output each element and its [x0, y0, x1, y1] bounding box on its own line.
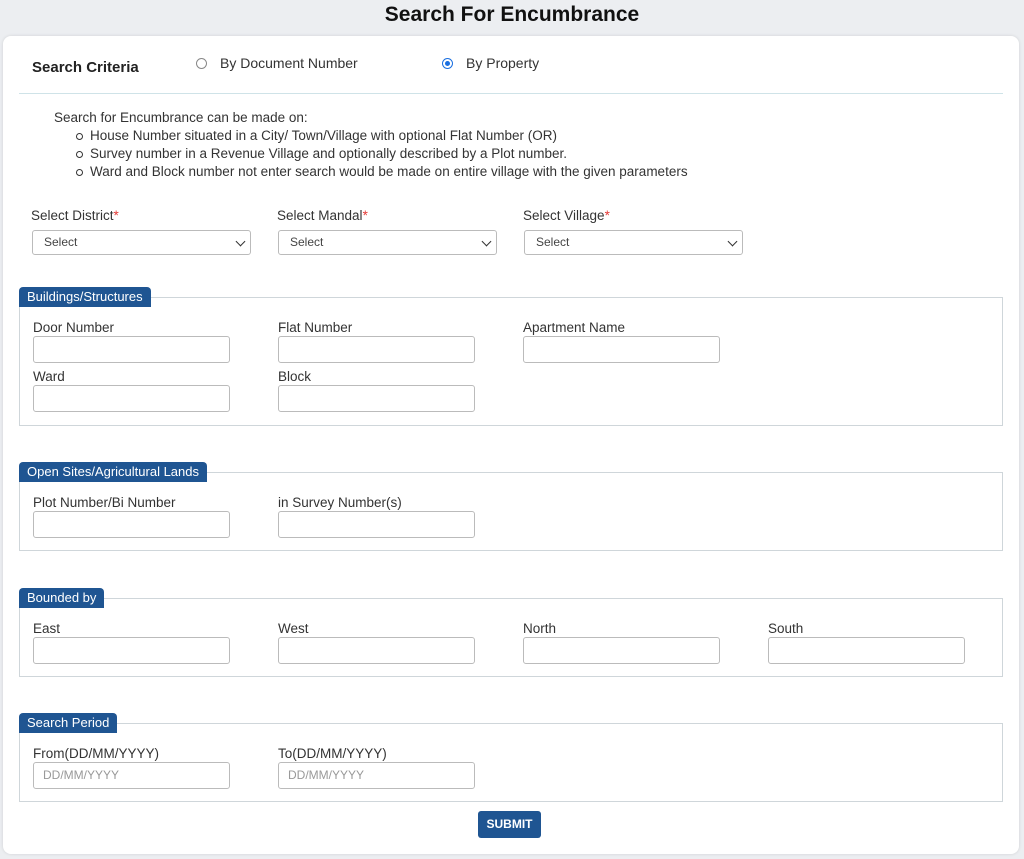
buildings-structures-section: Buildings/Structures Door Number Flat Nu…	[19, 287, 1003, 426]
page-title: Search For Encumbrance	[384, 3, 640, 26]
section-legend: Search Period	[19, 713, 118, 733]
west-label: West	[278, 621, 309, 636]
flat-number-input[interactable]	[278, 336, 475, 363]
ward-input[interactable]	[33, 385, 230, 412]
radio-label: By Property	[466, 55, 540, 71]
mandal-label: Select Mandal*	[277, 208, 368, 223]
flat-number-label: Flat Number	[278, 320, 353, 335]
survey-number-input[interactable]	[278, 511, 475, 538]
to-date-input[interactable]: DD/MM/YYYY	[278, 762, 475, 789]
radio-label: By Document Number	[220, 55, 358, 71]
search-period-section: Search Period From(DD/MM/YYYY) DD/MM/YYY…	[19, 713, 1003, 802]
north-label: North	[523, 621, 557, 636]
survey-number-label: in Survey Number(s)	[278, 495, 402, 510]
info-item: Survey number in a Revenue Village and o…	[76, 145, 688, 163]
block-label: Block	[278, 369, 312, 384]
from-date-label: From(DD/MM/YYYY)	[33, 746, 159, 761]
apartment-name-label: Apartment Name	[523, 320, 626, 335]
submit-button[interactable]: SUBMIT	[478, 811, 541, 838]
section-legend: Open Sites/Agricultural Lands	[19, 462, 207, 482]
east-input[interactable]	[33, 637, 230, 664]
village-label: Select Village*	[523, 208, 610, 223]
door-number-label: Door Number	[33, 320, 115, 335]
chevron-down-icon	[727, 236, 738, 247]
radio-unchecked-icon[interactable]	[196, 57, 207, 69]
district-select[interactable]: Select	[32, 230, 251, 255]
bounded-by-section: Bounded by East West North South	[19, 588, 1003, 677]
district-label: Select District*	[31, 208, 119, 223]
open-sites-section: Open Sites/Agricultural Lands Plot Numbe…	[19, 462, 1003, 551]
required-mark: *	[113, 208, 119, 223]
info-item: House Number situated in a City/ Town/Vi…	[76, 127, 688, 145]
east-label: East	[33, 621, 61, 636]
apartment-name-input[interactable]	[523, 336, 720, 363]
south-input[interactable]	[768, 637, 965, 664]
from-date-input[interactable]: DD/MM/YYYY	[33, 762, 230, 789]
section-legend: Buildings/Structures	[19, 287, 151, 307]
to-date-label: To(DD/MM/YYYY)	[278, 746, 387, 761]
village-select[interactable]: Select	[524, 230, 743, 255]
info-list: House Number situated in a City/ Town/Vi…	[54, 127, 688, 181]
info-intro: Search for Encumbrance can be made on:	[54, 110, 308, 125]
north-input[interactable]	[523, 637, 720, 664]
search-info: Search for Encumbrance can be made on: H…	[54, 109, 688, 181]
search-criteria-row: Search Criteria By Document Number By Pr…	[19, 36, 1003, 94]
ward-label: Ward	[33, 369, 65, 384]
block-input[interactable]	[278, 385, 475, 412]
required-mark: *	[604, 208, 610, 223]
section-legend: Bounded by	[19, 588, 105, 608]
door-number-input[interactable]	[33, 336, 230, 363]
chevron-down-icon	[481, 236, 492, 247]
search-form-card: Search Criteria By Document Number By Pr…	[3, 36, 1019, 854]
south-label: South	[768, 621, 804, 636]
mandal-select[interactable]: Select	[278, 230, 497, 255]
plot-number-input[interactable]	[33, 511, 230, 538]
west-input[interactable]	[278, 637, 475, 664]
radio-by-document-number[interactable]: By Document Number	[196, 55, 358, 71]
chevron-down-icon	[235, 236, 246, 247]
radio-checked-icon[interactable]	[442, 57, 453, 69]
search-criteria-label: Search Criteria	[32, 59, 139, 76]
required-mark: *	[362, 208, 368, 223]
plot-number-label: Plot Number/Bi Number	[33, 495, 176, 510]
info-item: Ward and Block number not enter search w…	[76, 164, 688, 179]
radio-by-property[interactable]: By Property	[442, 55, 539, 71]
